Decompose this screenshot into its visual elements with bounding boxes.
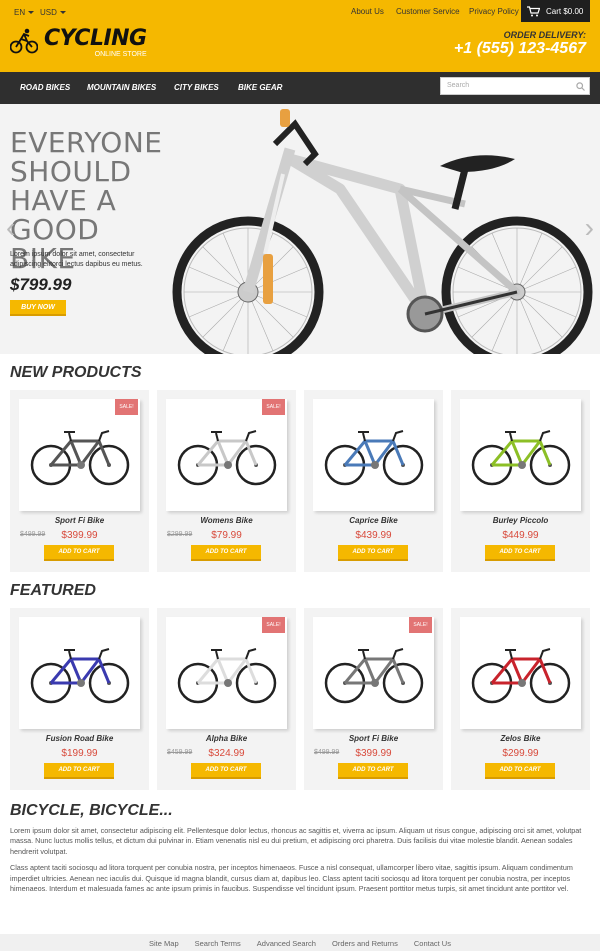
product-bike-image — [30, 648, 130, 704]
phone-number: +1 (555) 123-4567 — [453, 40, 586, 57]
product-image[interactable]: SALE! — [19, 399, 140, 511]
cart-label: Cart $0.00 — [546, 6, 584, 16]
search-placeholder: Search — [447, 82, 470, 89]
add-to-cart-button[interactable]: ADD TO CART — [485, 545, 555, 561]
hero-description: Lorem ipsum dolor sit amet, consectetur … — [10, 251, 143, 268]
about-paragraph: Class aptent taciti sociosqu ad litora t… — [10, 863, 573, 894]
product-card[interactable]: Burley Piccolo $449.99 ADD TO CART — [451, 390, 590, 572]
featured-grid: Fusion Road Bike $199.99 ADD TO CART SALE! A… — [10, 608, 590, 790]
footer-advanced-search-link[interactable]: Advanced Search — [257, 939, 316, 951]
cart-button[interactable]: Cart $0.00 — [521, 0, 590, 22]
add-to-cart-button[interactable]: ADD TO CART — [338, 763, 408, 779]
sale-badge: SALE! — [262, 399, 285, 415]
add-to-cart-button[interactable]: ADD TO CART — [191, 763, 261, 779]
product-price: $79.99 — [211, 530, 242, 541]
cyclist-icon — [10, 28, 38, 54]
next-slide-arrow[interactable]: › — [585, 214, 594, 242]
product-name[interactable]: Burley Piccolo — [451, 516, 590, 525]
product-image[interactable] — [313, 399, 434, 511]
sale-badge: SALE! — [409, 617, 432, 633]
about-paragraph: Lorem ipsum dolor sit amet, consectetur … — [10, 826, 582, 856]
product-bike-image — [471, 430, 571, 486]
featured-title: FEATURED — [10, 582, 96, 599]
product-name[interactable]: Sport Fi Bike — [10, 516, 149, 525]
product-name[interactable]: Alpha Bike — [157, 734, 296, 743]
logo-title: CYCLING — [44, 26, 147, 51]
product-bike-image — [30, 430, 130, 486]
footer-search-terms-link[interactable]: Search Terms — [195, 939, 241, 951]
product-name[interactable]: Fusion Road Bike — [10, 734, 149, 743]
product-image[interactable] — [460, 399, 581, 511]
currency-select[interactable]: USD — [40, 8, 66, 17]
footer: Site Map Search Terms Advanced Search Or… — [0, 934, 600, 951]
product-price: $199.99 — [61, 748, 98, 759]
add-to-cart-button[interactable]: ADD TO CART — [191, 545, 261, 561]
product-card[interactable]: Caprice Bike $439.99 ADD TO CART — [304, 390, 443, 572]
product-name[interactable]: Zelos Bike — [451, 734, 590, 743]
chevron-down-icon — [28, 11, 35, 15]
about-us-link[interactable]: About Us — [351, 7, 384, 16]
delivery-label: ORDER DELIVERY: — [503, 30, 586, 40]
customer-service-link[interactable]: Customer Service — [396, 7, 460, 16]
hero-bike-image — [172, 109, 593, 354]
buy-now-button[interactable]: BUY NOW — [10, 300, 66, 316]
add-to-cart-button[interactable]: ADD TO CART — [485, 763, 555, 779]
product-name[interactable]: Sport Fi Bike — [304, 734, 443, 743]
product-price: $449.99 — [502, 530, 539, 541]
search-input[interactable]: Search — [440, 77, 590, 95]
hero-price: $799.99 — [10, 275, 72, 294]
product-image[interactable] — [460, 617, 581, 729]
new-products-grid: SALE! Sport Fi Bike $499.99 $399.99 ADD TO C… — [10, 390, 590, 572]
add-to-cart-button[interactable]: ADD TO CART — [338, 545, 408, 561]
about-title: BICYCLE, BICYCLE... — [10, 802, 173, 819]
logo-subtitle: ONLINE STORE — [94, 51, 147, 58]
prev-slide-arrow[interactable]: ‹ — [6, 214, 15, 242]
top-header: EN USD About Us Customer Service Privacy… — [0, 0, 600, 72]
product-card[interactable]: SALE! Alpha Bike $459.99 $324.99 ADD TO CART — [157, 608, 296, 790]
product-image[interactable]: SALE! — [166, 617, 287, 729]
product-bike-image — [471, 648, 571, 704]
privacy-policy-link[interactable]: Privacy Policy — [469, 7, 519, 16]
product-price: $299.99 — [502, 748, 539, 759]
product-bike-image — [177, 648, 277, 704]
add-to-cart-button[interactable]: ADD TO CART — [44, 545, 114, 561]
search-icon[interactable] — [576, 82, 585, 91]
product-name[interactable]: Caprice Bike — [304, 516, 443, 525]
product-card[interactable]: Fusion Road Bike $199.99 ADD TO CART — [10, 608, 149, 790]
nav-bike-gear[interactable]: BIKE GEAR — [238, 83, 282, 92]
product-bike-image — [177, 430, 277, 486]
product-bike-image — [324, 648, 424, 704]
sale-badge: SALE! — [262, 617, 285, 633]
new-products-title: NEW PRODUCTS — [10, 364, 142, 381]
cart-icon — [527, 5, 540, 16]
product-card[interactable]: SALE! Sport Fi Bike $499.99 $399.99 ADD TO C… — [10, 390, 149, 572]
product-name[interactable]: Womens Bike — [157, 516, 296, 525]
footer-site-map-link[interactable]: Site Map — [149, 939, 179, 951]
nav-mountain-bikes[interactable]: MOUNTAIN BIKES — [87, 83, 156, 92]
language-select[interactable]: EN — [14, 8, 35, 17]
site-logo[interactable]: CYCLING ONLINE STORE — [10, 28, 147, 58]
add-to-cart-button[interactable]: ADD TO CART — [44, 763, 114, 779]
chevron-down-icon — [59, 11, 66, 15]
product-price: $324.99 — [208, 748, 245, 759]
product-card[interactable]: SALE! Womens Bike $299.99 $79.99 ADD TO CART — [157, 390, 296, 572]
hero-banner: EVERYONE SHOULD HAVE A GOOD BIKE Lorem i… — [0, 104, 600, 354]
nav-city-bikes[interactable]: CITY BIKES — [174, 83, 219, 92]
sale-badge: SALE! — [115, 399, 138, 415]
footer-contact-link[interactable]: Contact Us — [414, 939, 451, 951]
product-price: $399.99 — [61, 530, 98, 541]
product-bike-image — [324, 430, 424, 486]
product-image[interactable]: SALE! — [313, 617, 434, 729]
product-image[interactable] — [19, 617, 140, 729]
product-card[interactable]: SALE! Sport Fi Bike $499.99 $399.99 ADD TO C… — [304, 608, 443, 790]
nav-road-bikes[interactable]: ROAD BIKES — [20, 83, 70, 92]
product-image[interactable]: SALE! — [166, 399, 287, 511]
product-card[interactable]: Zelos Bike $299.99 ADD TO CART — [451, 608, 590, 790]
footer-orders-returns-link[interactable]: Orders and Returns — [332, 939, 398, 951]
product-price: $399.99 — [355, 748, 392, 759]
product-price: $439.99 — [355, 530, 392, 541]
